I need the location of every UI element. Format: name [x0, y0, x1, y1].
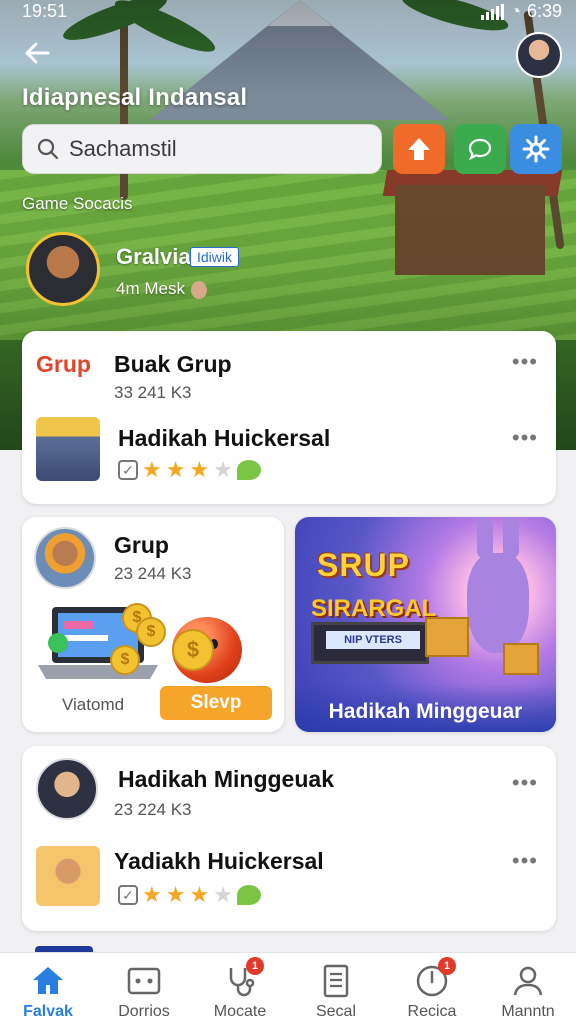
weekly-avatar	[36, 758, 98, 820]
star-icon: ★	[165, 457, 186, 482]
nav-label: Secal	[315, 1003, 357, 1020]
chat-button[interactable]	[454, 124, 506, 174]
search-input[interactable]	[69, 136, 359, 162]
stethoscope-icon: 1	[222, 957, 264, 999]
profile-badge: Idiwik	[190, 247, 240, 267]
nav-label: Dorrios	[118, 1003, 170, 1020]
status-battery: 6:39	[526, 1, 562, 21]
wifi-icon: ◔	[510, 1, 521, 21]
item-rating: ✓ ★ ★ ★ ★	[118, 459, 261, 481]
bottom-nav: Falvak Dorrios 1 Mocate Secal 1 Recica M…	[0, 952, 576, 1024]
clock-icon: 1	[414, 957, 456, 999]
more-options-icon[interactable]: •••	[512, 427, 538, 449]
section-label: Game Socacis	[22, 194, 133, 213]
user-avatar[interactable]	[516, 32, 562, 78]
status-time: 19:51	[22, 1, 68, 21]
notification-badge: 1	[438, 957, 456, 975]
item-title[interactable]: Yadiakh Huickersal	[114, 848, 324, 875]
item-title[interactable]: Hadikah Huickersal	[118, 425, 330, 452]
item-rating: ✓ ★ ★ ★ ★	[118, 884, 261, 906]
status-right: ◔ 6:39	[481, 1, 562, 22]
star-icon: ★	[213, 457, 233, 482]
nav-item-recica[interactable]: 1 Recica	[384, 953, 480, 1024]
nav-label: Manntn	[501, 1003, 555, 1020]
grup-meta: 23 244 K3	[114, 564, 192, 583]
promo-screen-text: NIP VTERS	[326, 631, 420, 649]
person-icon	[510, 963, 546, 999]
search-bar[interactable]	[22, 124, 382, 174]
grup-label: Viatomd	[62, 695, 125, 714]
gift-box-icon	[425, 617, 469, 657]
promo-headline: SRUP	[317, 547, 410, 583]
back-arrow-icon[interactable]	[22, 38, 52, 68]
leaf-icon	[236, 460, 261, 480]
grup-card[interactable]: Grup 23 244 K3 $ $ $ $ Viatomd Slevp	[22, 517, 284, 732]
promo-banner[interactable]: SRUP SIRARGAL NIP VTERS Hadikah Minggeua…	[295, 517, 556, 732]
item-thumbnail[interactable]	[36, 417, 100, 481]
edit-check-icon[interactable]: ✓	[118, 460, 138, 480]
star-icon: ★	[142, 457, 162, 482]
more-options-icon[interactable]: •••	[512, 351, 538, 373]
weekly-meta: 23 224 K3	[114, 800, 192, 819]
group-tag: Grup	[36, 351, 91, 377]
star-icon: ★	[165, 882, 186, 907]
edit-check-icon[interactable]: ✓	[118, 885, 138, 905]
weekly-card[interactable]: Hadikah Minggeuak 23 224 K3 ••• Yadiakh …	[22, 746, 556, 931]
nav-item-home[interactable]: Falvak	[0, 953, 96, 1024]
mini-avatar-icon	[190, 280, 207, 299]
gamepad-icon	[126, 963, 162, 999]
big-coin-icon: $	[172, 629, 214, 671]
home-icon	[30, 963, 66, 999]
more-options-icon[interactable]: •••	[512, 850, 538, 872]
bunny-mascot-icon	[467, 553, 529, 653]
settings-button[interactable]	[510, 124, 562, 174]
leaf-icon	[236, 885, 261, 905]
profile-subtitle-text: 4m Mesk	[116, 279, 185, 298]
nav-label: Recica	[407, 1003, 457, 1020]
home-button[interactable]	[393, 124, 445, 174]
page-title: Idiapnesal Indansal	[22, 84, 248, 111]
star-icon: ★	[189, 457, 210, 482]
coin-icon: $	[136, 617, 166, 647]
promo-screen: NIP VTERS	[311, 622, 429, 664]
star-icon: ★	[189, 882, 210, 907]
group-card[interactable]: Grup Buak Grup 33 241 K3 ••• Hadikah Hui…	[22, 331, 556, 504]
profile-subtitle: 4m Mesk	[116, 279, 207, 299]
status-bar: 19:51 ◔ 6:39	[0, 0, 576, 24]
nav-item-games[interactable]: Dorrios	[96, 953, 192, 1024]
document-icon	[318, 963, 354, 999]
gift-box-icon	[503, 643, 539, 675]
chat-bubble-icon	[468, 138, 492, 161]
promo-caption: Hadikah Minggeuar	[295, 684, 556, 732]
nav-item-account[interactable]: Manntn	[480, 953, 576, 1024]
group-meta: 33 241 K3	[114, 383, 192, 402]
grup-avatar	[34, 527, 96, 589]
item-thumbnail[interactable]	[36, 846, 100, 906]
signal-icon	[481, 3, 505, 20]
promo-subheadline: SIRARGAL	[311, 595, 437, 622]
gear-icon	[522, 135, 550, 163]
nav-item-secal[interactable]: Secal	[288, 953, 384, 1024]
nav-label: Mocate	[213, 1003, 267, 1020]
group-title[interactable]: Buak Grup	[114, 351, 232, 378]
star-icon: ★	[142, 882, 162, 907]
notification-badge: 1	[246, 957, 264, 975]
star-icon: ★	[213, 882, 233, 907]
promo-background: SRUP SIRARGAL NIP VTERS Hadikah Minggeua…	[295, 517, 556, 732]
profile-avatar[interactable]	[26, 232, 100, 306]
coin-icon: $	[110, 645, 140, 675]
nav-item-mocate[interactable]: 1 Mocate	[192, 953, 288, 1024]
search-icon	[37, 138, 59, 160]
more-options-icon[interactable]: •••	[512, 772, 538, 794]
up-arrow-icon	[408, 138, 430, 160]
grup-title[interactable]: Grup	[114, 532, 169, 559]
slevp-button[interactable]: Slevp	[160, 686, 272, 720]
nav-label: Falvak	[23, 1003, 73, 1020]
weekly-title[interactable]: Hadikah Minggeuak	[118, 766, 334, 793]
profile-name[interactable]: Gralvia	[116, 244, 191, 270]
